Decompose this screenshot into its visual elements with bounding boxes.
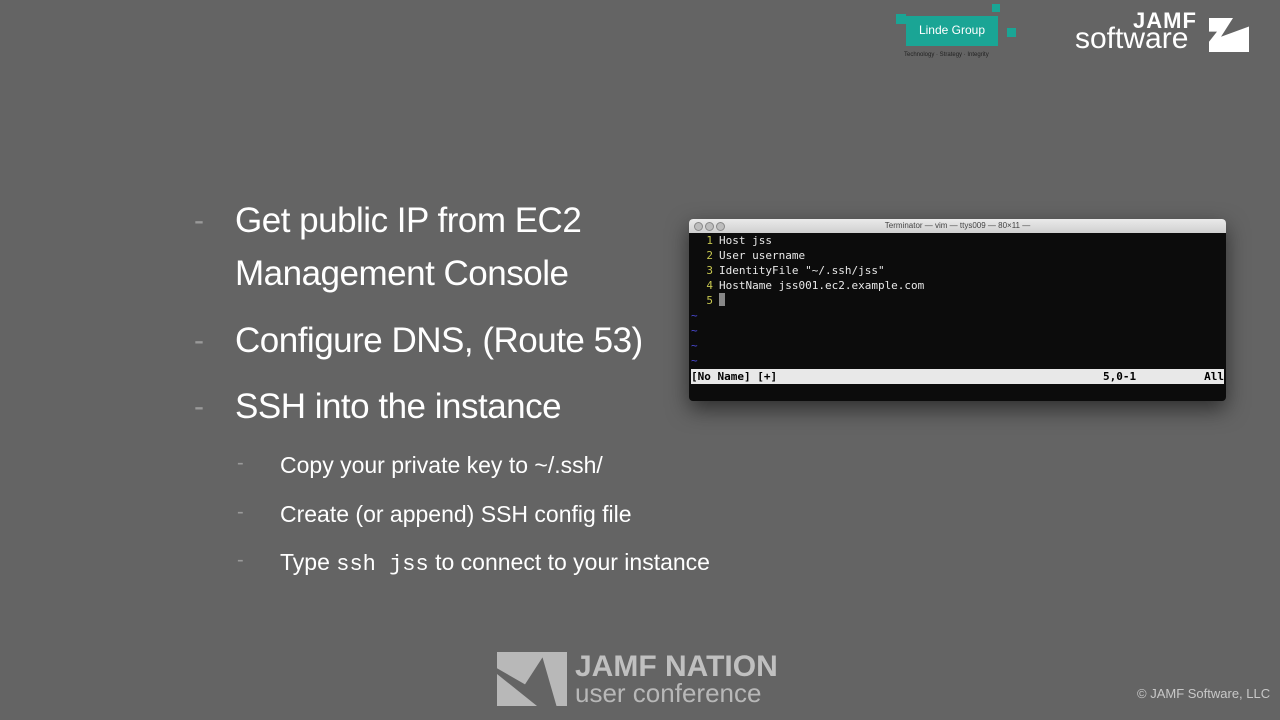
line-number: 3 — [706, 264, 713, 277]
code-line: 4 HostName jss001.ec2.example.com — [689, 278, 924, 293]
jamf-software-logo: JAMF software — [1075, 8, 1255, 58]
terminal-titlebar: Terminator — vim — ttys009 — 80×11 — — [689, 219, 1226, 233]
bullet-2: Configure DNS, (Route 53) — [235, 321, 643, 360]
terminal-title: Terminator — vim — ttys009 — 80×11 — — [884, 221, 1031, 230]
sub-bullet-3-before: Type — [280, 549, 337, 575]
line-number: 4 — [706, 279, 713, 292]
line-text: Host jss — [719, 234, 772, 247]
bullet-dash: - — [194, 204, 204, 237]
line-number: 2 — [706, 249, 713, 262]
sub-dash: - — [237, 501, 244, 523]
code-line: 5 — [689, 293, 725, 308]
bullet-dash: - — [194, 324, 204, 357]
line-text: HostName jss001.ec2.example.com — [719, 279, 925, 292]
inline-code: ssh jss — [336, 552, 429, 577]
status-scroll: All — [1204, 370, 1224, 383]
bullet-1-line-1: Get public IP from EC2 — [235, 201, 582, 240]
terminal-window: Terminator — vim — ttys009 — 80×11 — 1 Ho… — [689, 219, 1226, 401]
status-filename: [No Name] [+] — [691, 370, 778, 383]
code-line: 1 Host jss — [689, 233, 772, 248]
close-button[interactable] — [694, 222, 703, 231]
tilde-line: ~ — [691, 309, 698, 322]
bullet-dash: - — [194, 390, 204, 423]
software-logo-text: software — [1075, 22, 1189, 55]
sub-bullet-3-after: to connect to your instance — [428, 549, 710, 575]
code-line: 2 User username — [689, 248, 805, 263]
vim-status-line: [No Name] [+] 5,0-1 All — [691, 369, 1224, 384]
copyright: © JAMF Software, LLC — [1137, 686, 1271, 701]
sub-dash: - — [237, 549, 244, 571]
status-position: 5,0-1 — [1103, 370, 1137, 383]
line-number: 1 — [706, 234, 713, 247]
tilde-line: ~ — [691, 339, 698, 352]
bullet-3: SSH into the instance — [235, 387, 562, 426]
jamf-nation-logo: JAMF NATION user conference — [497, 650, 787, 708]
sub-bullet-1: Copy your private key to ~/.ssh/ — [280, 452, 603, 478]
code-line: 3 IdentityFile "~/.ssh/jss" — [689, 263, 885, 278]
nation-bottom-text: user conference — [575, 678, 762, 708]
linde-tagline: Technology · Strategy · Integrity — [904, 52, 989, 58]
minimize-button[interactable] — [705, 222, 714, 231]
cursor — [719, 293, 725, 306]
tilde-line: ~ — [691, 354, 698, 367]
tilde-line: ~ — [691, 324, 698, 337]
zoom-button[interactable] — [716, 222, 725, 231]
sub-bullet-2: Create (or append) SSH config file — [280, 501, 632, 527]
line-text: IdentityFile "~/.ssh/jss" — [719, 264, 885, 277]
sub-bullet-3: Type ssh jss to connect to your instance — [280, 547, 710, 580]
linde-name: Linde Group — [918, 23, 986, 37]
line-number: 5 — [706, 294, 713, 307]
bullet-1-line-2: Management Console — [235, 254, 569, 293]
line-text: User username — [719, 249, 806, 262]
sub-dash: - — [237, 452, 244, 474]
linde-group-logo: Linde Group Technology · Strategy · Inte… — [896, 4, 1021, 62]
